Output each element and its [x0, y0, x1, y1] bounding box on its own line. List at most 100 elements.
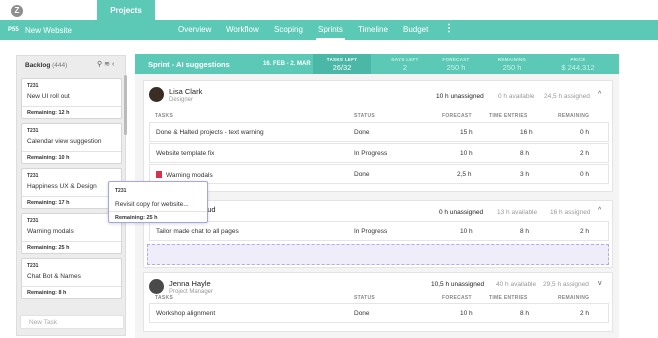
- col-time-entries: TIME ENTRIES: [489, 295, 528, 301]
- backlog-card[interactable]: T231 New UI roll out Remaining: 12 h: [21, 78, 122, 119]
- tab-overview[interactable]: Overview: [178, 25, 211, 34]
- available-hours: 0 h available: [498, 93, 535, 100]
- task-remaining: 2 h: [580, 310, 590, 317]
- top-left-bar: Z: [0, 0, 97, 20]
- new-task-input[interactable]: New Task: [20, 315, 124, 329]
- task-name-cell: Warning modals: [156, 171, 213, 179]
- more-options-icon[interactable]: ⋮: [444, 24, 454, 34]
- task-title: Happiness UX & Design: [27, 183, 97, 190]
- task-code: T231: [27, 263, 39, 269]
- table-row[interactable]: Website template fix In Progress 10 h 8 …: [149, 143, 609, 163]
- sprint-more-icon[interactable]: ⋮: [611, 4, 620, 15]
- person-role: Project Manager: [169, 289, 214, 295]
- available-hours: 13 h available: [497, 209, 538, 216]
- projects-tab[interactable]: Projects: [97, 0, 155, 20]
- project-code: P55: [8, 27, 19, 33]
- task-remaining: Remaining: 25 h: [109, 211, 207, 223]
- stat-label: TASKS LEFT: [326, 57, 358, 62]
- tab-sprints[interactable]: Sprints: [316, 25, 345, 40]
- col-remaining: REMAINING: [558, 295, 590, 301]
- col-time-entries: TIME ENTRIES: [489, 113, 528, 119]
- backlog-card[interactable]: T231 Happiness UX & Design Remaining: 17…: [21, 168, 122, 209]
- task-remaining: 0 h: [580, 171, 590, 178]
- col-status: STATUS: [354, 113, 376, 119]
- backlog-label: Backlog: [25, 62, 51, 69]
- task-code: T231: [27, 128, 39, 134]
- assigned-hours: 29,5 h assigned: [543, 281, 589, 288]
- task-status: Done: [354, 129, 370, 136]
- table-row[interactable]: Tailor made chat to all pages In Progres…: [149, 221, 609, 241]
- col-forecast: FORECAST: [442, 113, 472, 119]
- tab-timeline[interactable]: Timeline: [358, 25, 388, 34]
- stat-value: 2: [402, 63, 408, 72]
- task-remaining: Remaining: 25 h: [22, 241, 121, 254]
- person-section: Lisa Clark Designer 10 h unassigned 0 h …: [143, 80, 613, 192]
- table-row[interactable]: Warning modals Done 2,5 h 3 h 0 h: [149, 164, 609, 184]
- task-name: Website template fix: [156, 150, 215, 157]
- table-row[interactable]: Done & Halted projects - text warning Do…: [149, 122, 609, 142]
- col-status: STATUS: [354, 295, 376, 301]
- task-status: Done: [354, 171, 370, 178]
- stat-label: FORECAST: [442, 57, 470, 62]
- project-name[interactable]: New Website: [25, 26, 72, 35]
- tab-budget[interactable]: Budget: [403, 25, 428, 34]
- unassigned-hours: 0 h unassigned: [439, 209, 484, 216]
- tab-scoping[interactable]: Scoping: [274, 25, 303, 34]
- task-forecast: 10 h: [460, 310, 473, 317]
- task-title: Calendar view suggestion: [27, 138, 102, 145]
- task-name: Warning modals: [166, 172, 213, 179]
- stat-value: $ 244.312: [561, 63, 595, 72]
- chevron-up-icon[interactable]: ^: [596, 6, 599, 13]
- filter-icon[interactable]: ≋: [104, 61, 112, 68]
- stat-label: REMAINING: [497, 57, 527, 62]
- stat-forecast: FORECAST 250 h: [431, 54, 481, 74]
- backlog-scrollbar[interactable]: [124, 75, 127, 135]
- task-remaining: 2 h: [580, 150, 590, 157]
- task-remaining: Remaining: 12 h: [22, 106, 121, 119]
- backlog-toolbar: ⚲≋‹: [97, 60, 116, 68]
- col-remaining: REMAINING: [558, 113, 590, 119]
- task-forecast: 15 h: [460, 129, 473, 136]
- backlog-card[interactable]: T231 Chat Bot & Names Remaining: 8 h: [21, 258, 122, 299]
- backlog-card[interactable]: T231 Calendar view suggestion Remaining:…: [21, 123, 122, 164]
- task-remaining: Remaining: 17 h: [22, 196, 121, 209]
- stat-label: PRICE: [570, 57, 586, 62]
- task-forecast: 2,5 h: [457, 171, 472, 178]
- stat-value: 250 h: [446, 63, 466, 72]
- task-remaining: Remaining: 8 h: [22, 286, 121, 299]
- sprint-name[interactable]: Sprint - AI suggestions: [148, 60, 230, 69]
- col-forecast: FORECAST: [442, 295, 472, 301]
- task-time-entries: 8 h: [520, 150, 530, 157]
- flag-icon: [156, 171, 162, 178]
- chevron-down-icon[interactable]: v: [598, 280, 602, 287]
- task-code: T231: [27, 83, 39, 89]
- chevron-up-icon[interactable]: ^: [598, 207, 601, 214]
- backlog-count: (444): [52, 62, 68, 69]
- assigned-hours: 24,5 h assigned: [544, 93, 590, 100]
- task-time-entries: 8 h: [520, 228, 530, 235]
- stat-value: 250 h: [502, 63, 522, 72]
- stat-value: 26/32: [332, 63, 352, 72]
- task-title: Warning modals: [27, 228, 74, 235]
- dragged-task-card[interactable]: T231 Revisit copy for website... Remaini…: [108, 181, 208, 223]
- stat-days-left: DAYS LEFT 2: [371, 54, 439, 74]
- person-section: Jenna Hayle Project Manager 10,5 h unass…: [143, 272, 613, 332]
- backlog-card[interactable]: T231 Warning modals Remaining: 25 h: [21, 213, 122, 254]
- app-logo[interactable]: Z: [11, 5, 23, 17]
- table-row[interactable]: Workshop alignment Done 10 h 8 h 2 h: [149, 303, 609, 323]
- task-forecast: 10 h: [460, 150, 473, 157]
- drop-zone[interactable]: [147, 244, 609, 265]
- task-remaining: 0 h: [580, 129, 590, 136]
- avatar: [149, 87, 164, 102]
- task-remaining: 2 h: [580, 228, 590, 235]
- tab-workflow[interactable]: Workflow: [226, 25, 259, 34]
- stat-tasks-left: TASKS LEFT 26/32: [313, 54, 371, 74]
- chevron-up-icon[interactable]: ^: [598, 91, 601, 98]
- task-time-entries: 8 h: [520, 310, 530, 317]
- task-title: New UI roll out: [27, 93, 70, 100]
- backlog-title: Backlog (444): [25, 62, 67, 69]
- collapse-icon[interactable]: ‹: [112, 61, 116, 68]
- stat-label: DAYS LEFT: [391, 57, 419, 62]
- task-name: Tailor made chat to all pages: [156, 228, 239, 235]
- task-status: Done: [354, 310, 370, 317]
